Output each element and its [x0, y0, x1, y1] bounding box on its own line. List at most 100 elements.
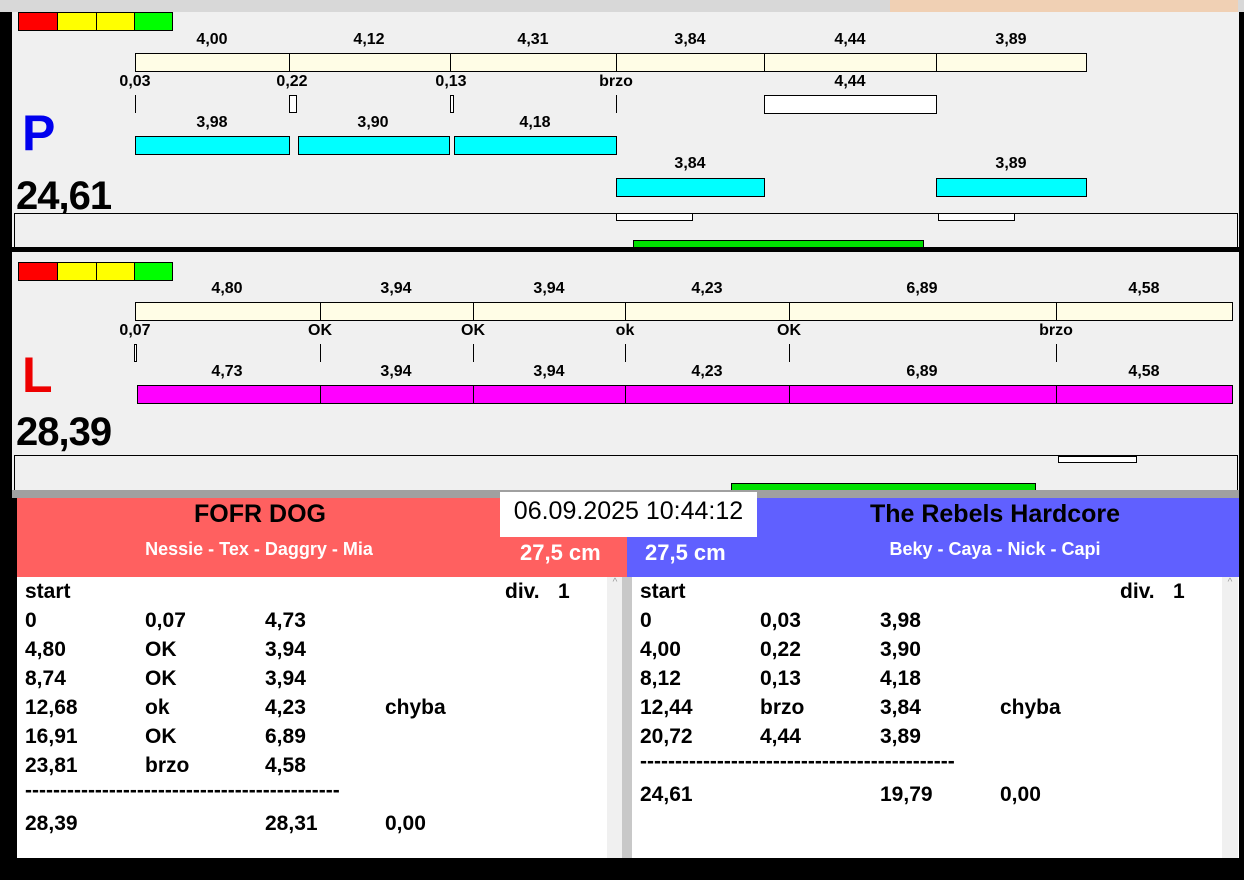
- table-total-cell: 28,31: [265, 812, 318, 835]
- top-status-strip: [890, 0, 1238, 12]
- table-total-cell: 0,00: [385, 812, 426, 835]
- rerun-bar: [764, 95, 937, 114]
- left-results-table: ^: [17, 577, 623, 858]
- split-bar: [320, 302, 474, 321]
- right-results-table: ^: [632, 577, 1239, 858]
- changeover-marker: [789, 344, 790, 362]
- changeover-marker: [320, 344, 321, 362]
- dog-time-label: 4,18: [519, 114, 551, 131]
- table-cell: 0,07: [145, 609, 186, 632]
- table-cell: 0,22: [760, 638, 801, 661]
- table-cell: 8,74: [25, 667, 66, 690]
- table-cell: brzo: [760, 696, 805, 719]
- split-bar: [473, 302, 626, 321]
- table-cell: 16,91: [25, 725, 78, 748]
- split-bar: [135, 53, 290, 72]
- changeover-marker: [450, 95, 454, 113]
- dog-time-label: 3,98: [196, 114, 228, 131]
- table-cell: 3,90: [880, 638, 921, 661]
- light-yellow: [57, 262, 97, 281]
- table-gap: [622, 577, 632, 858]
- changeover-label: 4,44: [834, 73, 866, 90]
- table-cell: 3,84: [880, 696, 921, 719]
- table-header-div: div.: [505, 580, 540, 603]
- changeover-marker: [134, 344, 137, 362]
- dog-time-label: 3,90: [357, 114, 389, 131]
- table-total-cell: 19,79: [880, 783, 933, 806]
- split-label: 3,94: [380, 280, 412, 297]
- changeover-label: brzo: [1039, 322, 1073, 339]
- changeover-marker: [135, 95, 136, 113]
- table-cell: 12,44: [640, 696, 693, 719]
- table-separator: ----------------------------------------…: [25, 779, 340, 802]
- split-label: 3,94: [533, 280, 565, 297]
- timeline-marker: [1058, 456, 1137, 463]
- table-cell: 6,89: [265, 725, 306, 748]
- timeline-marker: [616, 213, 693, 221]
- table-cell: OK: [145, 638, 177, 661]
- changeover-marker: [1056, 344, 1057, 362]
- left-team-height: 27,5 cm: [520, 540, 601, 565]
- split-label: 4,12: [353, 31, 385, 48]
- table-cell: 4,80: [25, 638, 66, 661]
- changeover-label: OK: [461, 322, 485, 339]
- table-cell: 4,23: [265, 696, 306, 719]
- table-header-div-number: 1: [1173, 580, 1185, 603]
- table-cell: 3,98: [880, 609, 921, 632]
- dog-time-bar: [473, 385, 626, 404]
- right-team-name: The Rebels Hardcore: [869, 500, 1121, 528]
- table-cell: 4,58: [265, 754, 306, 777]
- table-total-cell: 24,61: [640, 783, 693, 806]
- dog-time-bar: [454, 136, 617, 155]
- table-cell: 0,13: [760, 667, 801, 690]
- table-cell: OK: [145, 667, 177, 690]
- left-team-name: FOFR DOG: [194, 500, 326, 528]
- table-header-div-number: 1: [558, 580, 570, 603]
- table-cell: chyba: [385, 696, 446, 719]
- split-label: 3,84: [674, 31, 706, 48]
- table-total-cell: 0,00: [1000, 783, 1041, 806]
- split-label: 4,58: [1128, 280, 1160, 297]
- changeover-label: ok: [615, 322, 635, 339]
- table-cell: OK: [145, 725, 177, 748]
- dog-time-label: 4,58: [1128, 363, 1160, 380]
- split-bar: [450, 53, 617, 72]
- split-label: 4,23: [691, 280, 723, 297]
- table-header-start: start: [640, 580, 686, 603]
- left-scrollbar[interactable]: ^: [607, 577, 623, 858]
- timeline-marker: [938, 213, 1015, 221]
- split-bar: [625, 302, 790, 321]
- changeover-label: OK: [777, 322, 801, 339]
- table-cell: chyba: [1000, 696, 1061, 719]
- right-scrollbar[interactable]: ^: [1222, 577, 1238, 858]
- table-cell: ok: [145, 696, 170, 719]
- dog-time-bar: [936, 178, 1087, 197]
- table-cell: 4,00: [640, 638, 681, 661]
- table-header-start: start: [25, 580, 71, 603]
- dog-time-label: 3,89: [995, 155, 1027, 172]
- dog-time-label: 6,89: [906, 363, 938, 380]
- right-team-height: 27,5 cm: [645, 540, 726, 565]
- split-bar: [789, 302, 1057, 321]
- split-label: 3,89: [995, 31, 1027, 48]
- changeover-marker: [289, 95, 297, 113]
- table-cell: 8,12: [640, 667, 681, 690]
- lane-letter-p: P: [22, 105, 56, 161]
- table-cell: 4,73: [265, 609, 306, 632]
- dog-time-bar: [1056, 385, 1233, 404]
- split-bar: [616, 53, 765, 72]
- table-header-div: div.: [1120, 580, 1155, 603]
- light-green: [134, 262, 173, 281]
- split-bar: [936, 53, 1087, 72]
- light-yellow: [57, 12, 97, 31]
- datetime-display: 06.09.2025 10:44:12: [500, 492, 757, 537]
- changeover-label: brzo: [599, 73, 633, 90]
- timeline-track: [14, 455, 1238, 491]
- table-total-cell: 28,39: [25, 812, 78, 835]
- light-red: [18, 12, 58, 31]
- dog-time-label: 4,73: [211, 363, 243, 380]
- dog-time-bar: [789, 385, 1057, 404]
- light-red: [18, 262, 58, 281]
- dog-time-bar: [625, 385, 790, 404]
- changeover-marker: [473, 344, 474, 362]
